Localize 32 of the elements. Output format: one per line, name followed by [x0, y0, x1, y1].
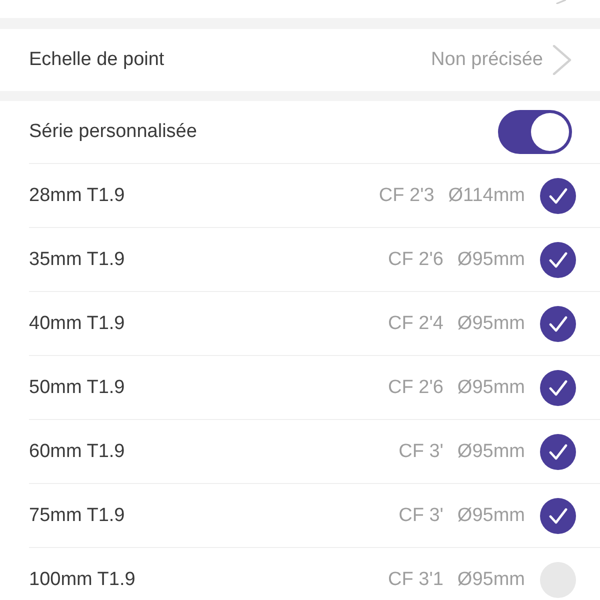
lens-diameter: Ø114mm: [448, 184, 525, 206]
setting-value: Non précisée: [431, 49, 543, 71]
lens-diameter: Ø95mm: [457, 248, 525, 270]
lens-name: 50mm T1.9: [29, 376, 125, 398]
close-focus: CF 3': [398, 440, 444, 462]
chevron-icon: [556, 0, 566, 4]
checkbox[interactable]: [540, 370, 576, 406]
lens-name: 60mm T1.9: [29, 440, 125, 462]
lens-name: 28mm T1.9: [29, 184, 125, 206]
close-focus: CF 3'1: [388, 568, 444, 590]
close-focus: CF 2'6: [388, 376, 444, 398]
lens-diameter: Ø95mm: [457, 568, 525, 590]
lens-diameter: Ø95mm: [457, 440, 525, 462]
setting-label: Série personnalisée: [29, 121, 197, 143]
close-focus: CF 2'4: [388, 312, 444, 334]
checkbox[interactable]: [540, 306, 576, 342]
lens-diameter: Ø95mm: [457, 312, 525, 334]
lens-diameter: Ø95mm: [457, 376, 525, 398]
checkbox[interactable]: [540, 242, 576, 278]
lens-name: 40mm T1.9: [29, 312, 125, 334]
close-focus: CF 2'3: [378, 184, 434, 206]
lens-name: 75mm T1.9: [29, 504, 125, 526]
lens-name: 100mm T1.9: [29, 568, 136, 590]
setting-label: Echelle de point: [29, 49, 164, 71]
checkbox[interactable]: [540, 178, 576, 214]
checkbox[interactable]: [540, 498, 576, 534]
lens-name: 35mm T1.9: [29, 248, 125, 270]
close-focus: CF 3': [398, 504, 444, 526]
close-focus: CF 2'6: [388, 248, 444, 270]
lens-diameter: Ø95mm: [457, 504, 525, 526]
toggle-switch[interactable]: [498, 110, 572, 154]
checkbox[interactable]: [540, 434, 576, 470]
